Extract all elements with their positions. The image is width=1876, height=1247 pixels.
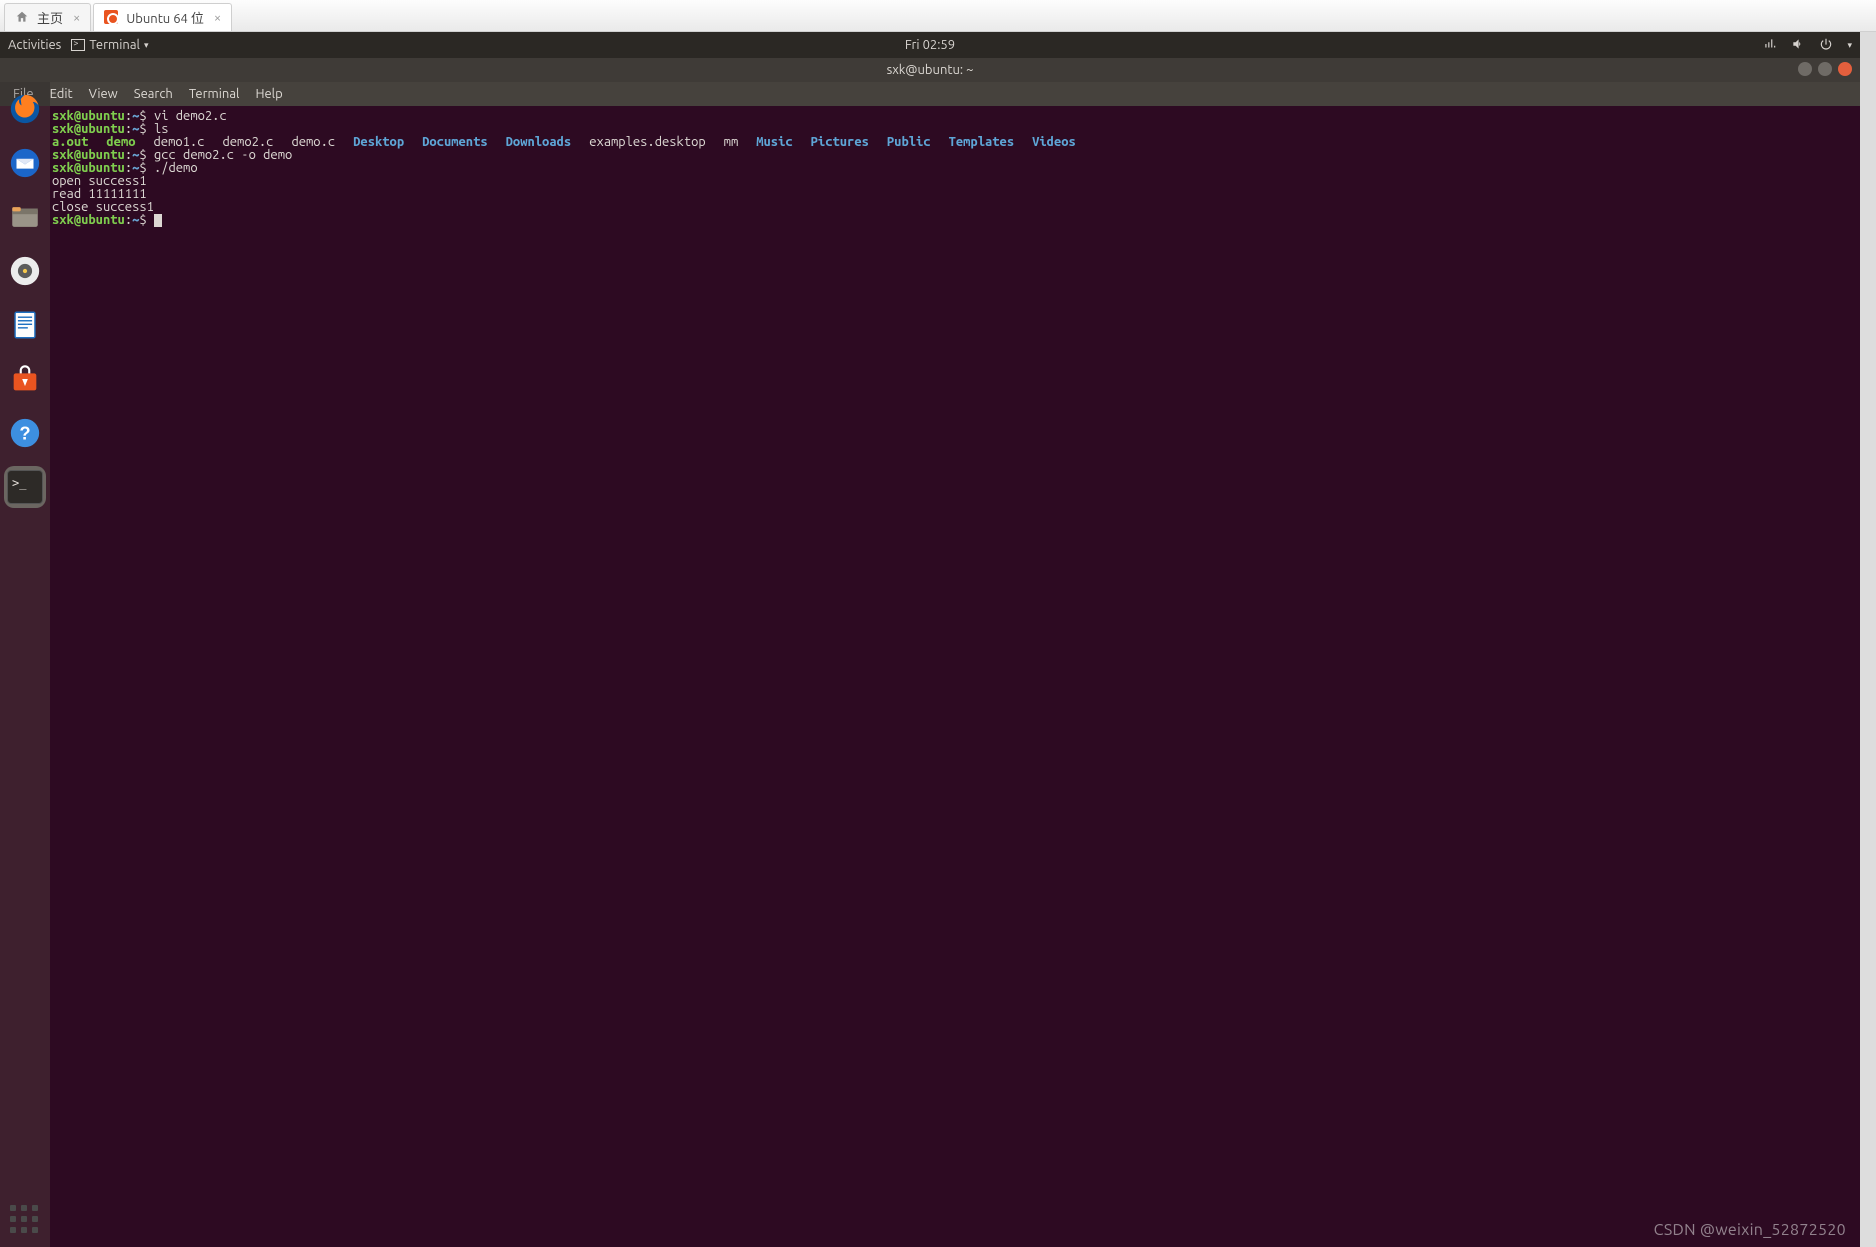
app-menu[interactable]: Terminal ▾ <box>71 38 148 52</box>
command: ./demo <box>154 161 198 175</box>
ls-entry: demo.c <box>291 135 335 149</box>
vm-tab-ubuntu[interactable]: Ubuntu 64 位 × <box>93 3 232 31</box>
gnome-top-bar: Activities Terminal ▾ Fri 02:59 ▾ <box>0 32 1860 58</box>
command: gcc demo2.c -o demo <box>154 148 292 162</box>
show-applications-button[interactable] <box>10 1205 40 1235</box>
guest-desktop: Activities Terminal ▾ Fri 02:59 ▾ sxk@ub… <box>0 32 1860 1247</box>
ls-entry: Downloads <box>506 135 572 149</box>
volume-icon[interactable] <box>1791 37 1805 54</box>
dock-files[interactable] <box>4 196 46 238</box>
dock-thunderbird[interactable] <box>4 142 46 184</box>
terminal-icon <box>7 470 43 504</box>
window-title: sxk@ubuntu: ~ <box>887 63 974 77</box>
cursor <box>154 214 162 227</box>
app-menu-label: Terminal <box>89 38 140 52</box>
ubuntu-icon <box>104 10 120 26</box>
chevron-down-icon: ▾ <box>144 40 149 51</box>
menu-terminal[interactable]: Terminal <box>182 85 247 103</box>
menu-view[interactable]: View <box>82 85 125 103</box>
ls-entry: a.out <box>52 135 88 149</box>
menu-help[interactable]: Help <box>248 85 289 103</box>
dock-help[interactable]: ? <box>4 412 46 454</box>
ls-entry: Documents <box>422 135 488 149</box>
vm-tab-bar: 主页 × Ubuntu 64 位 × <box>0 0 1876 32</box>
vm-tab-label: 主页 <box>37 8 63 27</box>
ls-entry: Music <box>756 135 792 149</box>
ls-entry: Pictures <box>811 135 869 149</box>
dock-firefox[interactable] <box>4 88 46 130</box>
program-output: close success1 <box>52 200 154 214</box>
ls-entry: examples.desktop <box>589 135 705 149</box>
program-output: open success1 <box>52 174 147 188</box>
vm-viewport: Activities Terminal ▾ Fri 02:59 ▾ sxk@ub… <box>0 32 1876 1247</box>
dock-rhythmbox[interactable] <box>4 250 46 292</box>
ls-entry: demo1.c <box>154 135 205 149</box>
ls-entry: Desktop <box>353 135 404 149</box>
menu-search[interactable]: Search <box>127 85 180 103</box>
network-icon[interactable] <box>1763 37 1777 54</box>
vm-tab-label: Ubuntu 64 位 <box>126 8 203 27</box>
vm-tab-home[interactable]: 主页 × <box>4 3 91 31</box>
dock-terminal[interactable] <box>4 466 46 508</box>
minimize-button[interactable] <box>1798 62 1812 76</box>
ls-entry: demo <box>106 135 135 149</box>
dock: ? <box>0 82 50 1247</box>
ls-entry: demo2.c <box>223 135 274 149</box>
dock-writer[interactable] <box>4 304 46 346</box>
command: vi demo2.c <box>154 109 227 123</box>
chevron-down-icon[interactable]: ▾ <box>1847 40 1852 51</box>
svg-text:?: ? <box>19 422 30 443</box>
terminal-menubar: File Edit View Search Terminal Help <box>0 82 1860 106</box>
prompt-user: sxk@ubuntu <box>52 109 125 123</box>
close-icon[interactable]: × <box>214 11 221 25</box>
close-icon[interactable]: × <box>73 11 80 25</box>
window-titlebar[interactable]: sxk@ubuntu: ~ <box>0 58 1860 82</box>
activities-button[interactable]: Activities <box>8 38 61 52</box>
terminal-content[interactable]: sxk@ubuntu:~$ vi demo2.c sxk@ubuntu:~$ l… <box>50 106 1860 1247</box>
program-output: read 11111111 <box>52 187 147 201</box>
ls-entry: mm <box>724 135 739 149</box>
ls-entry: Public <box>887 135 931 149</box>
close-button[interactable] <box>1838 62 1852 76</box>
home-icon <box>15 10 31 26</box>
watermark: CSDN @weixin_52872520 <box>1654 1221 1846 1239</box>
terminal-icon <box>71 39 85 51</box>
clock[interactable]: Fri 02:59 <box>905 38 955 52</box>
dock-software[interactable] <box>4 358 46 400</box>
power-icon[interactable] <box>1819 37 1833 54</box>
ls-entry: Templates <box>949 135 1015 149</box>
command: ls <box>154 122 169 136</box>
maximize-button[interactable] <box>1818 62 1832 76</box>
ls-entry: Videos <box>1032 135 1076 149</box>
